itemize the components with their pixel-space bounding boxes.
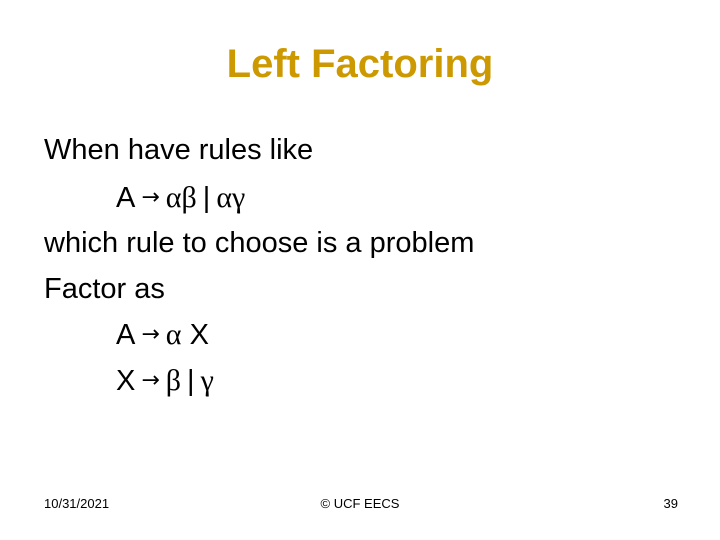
rule-lhs: A xyxy=(116,319,136,351)
rule-rhs-nonterminal: X xyxy=(189,319,209,351)
body-line-factor: Factor as xyxy=(44,273,165,305)
slide: Left Factoring When have rules like A → αβ… xyxy=(0,0,720,540)
rule-rhs-alt1: β xyxy=(165,364,182,397)
rule-rhs-alt1: αβ xyxy=(165,181,197,214)
rule-rhs-prefix: α xyxy=(165,318,182,351)
rule-rhs-alt2: αγ xyxy=(216,181,246,214)
rule-lhs: X xyxy=(116,365,136,397)
rule-separator: | xyxy=(202,182,211,214)
body-line-problem: which rule to choose is a problem xyxy=(44,227,475,259)
rule-lhs: A xyxy=(116,182,136,214)
rule-separator: | xyxy=(187,365,195,397)
grammar-rule-factored-a: A → α X xyxy=(116,318,209,355)
footer-copyright: © UCF EECS xyxy=(320,496,400,511)
grammar-rule-factored-x: X → β | γ xyxy=(116,364,214,401)
slide-title-text: Left Factoring xyxy=(226,42,494,86)
slide-title: Left Factoring xyxy=(0,42,720,87)
arrow-icon: → xyxy=(141,322,160,347)
body-line-intro: When have rules like xyxy=(44,134,314,166)
arrow-icon: → xyxy=(141,368,160,393)
rule-rhs-alt2: γ xyxy=(200,364,214,397)
footer-page-number: 39 xyxy=(663,496,678,511)
grammar-rule-original: A → αβ | αγ xyxy=(116,181,245,218)
arrow-icon: → xyxy=(141,185,160,210)
